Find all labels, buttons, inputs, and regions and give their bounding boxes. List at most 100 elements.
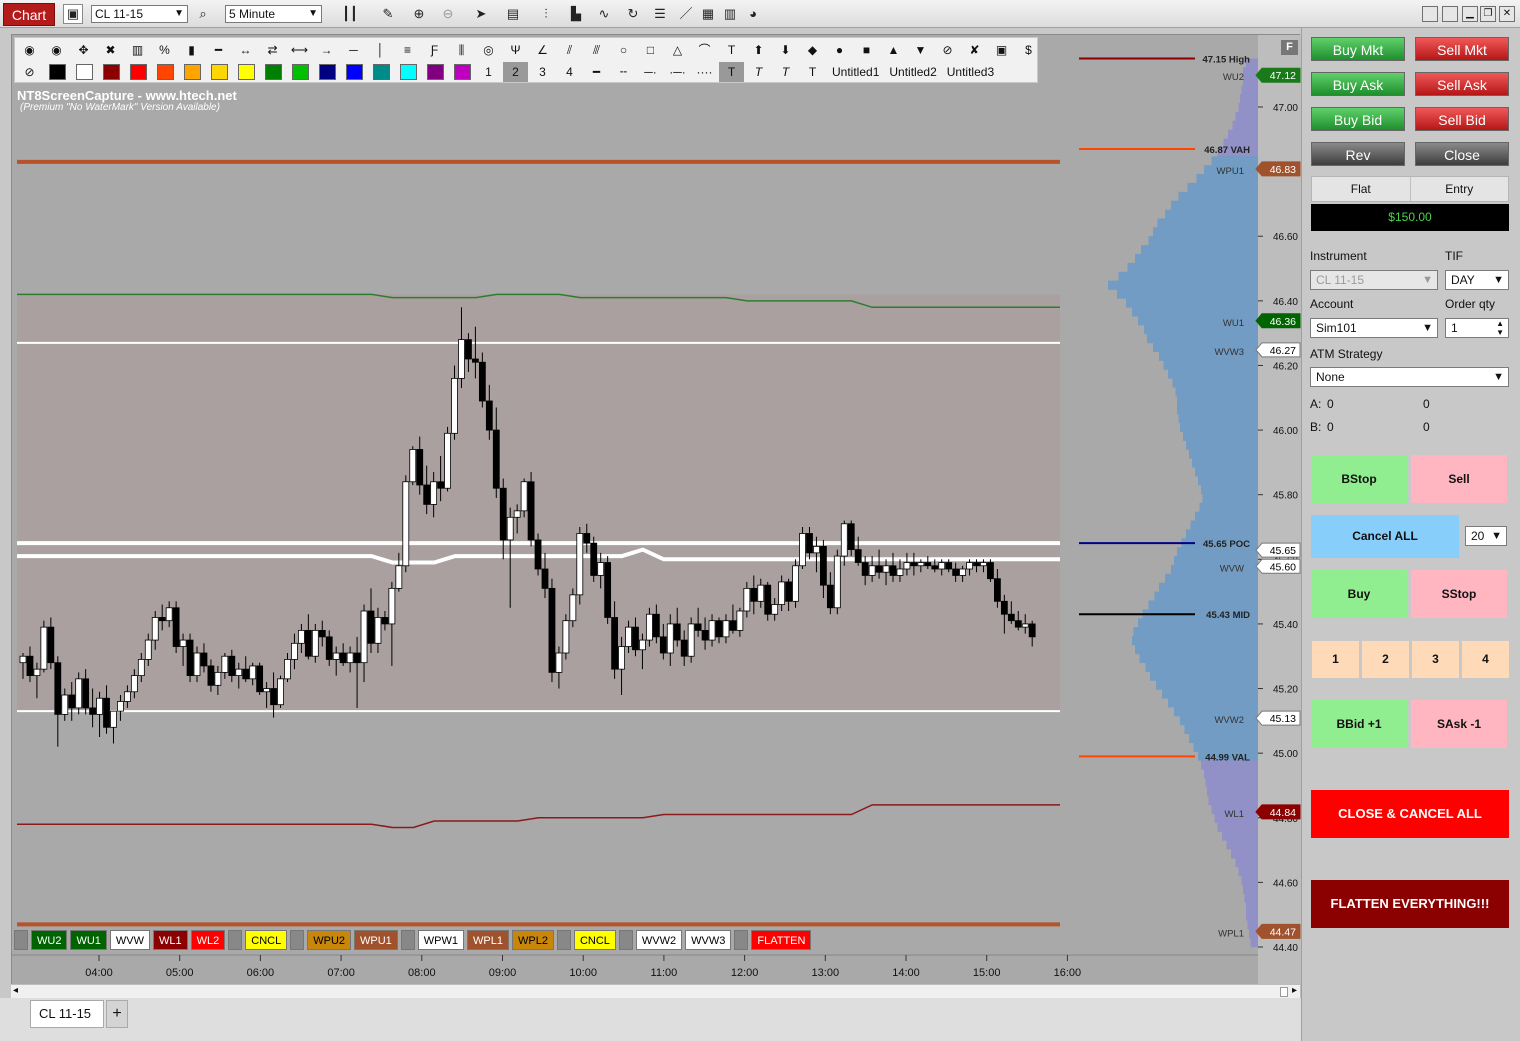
order-qty-stepper[interactable]: 1 ▲ ▼	[1445, 318, 1509, 338]
template-1[interactable]: Untitled1	[827, 62, 884, 82]
fullscreen-button[interactable]: F	[1281, 40, 1298, 55]
text-style-2-icon[interactable]: T	[773, 62, 798, 82]
color-swatch-4[interactable]	[157, 64, 174, 80]
cross-out-icon[interactable]: ✖	[98, 40, 123, 60]
template-2[interactable]: Untitled2	[884, 62, 941, 82]
strategies-icon[interactable]: ▙	[566, 4, 586, 24]
zoom-in-icon[interactable]: ⊕	[409, 4, 429, 24]
rectangle-icon[interactable]: □	[638, 40, 663, 60]
dash-line-icon[interactable]: ╌	[611, 62, 636, 82]
no-color-icon[interactable]: ⊘	[17, 62, 42, 82]
sask-minus-1-button[interactable]: SAsk -1	[1411, 700, 1507, 748]
minimize-icon[interactable]	[1422, 6, 1438, 22]
search-icon[interactable]: ⌕	[193, 4, 213, 24]
text-style-0-icon[interactable]: T	[719, 62, 744, 82]
arrow-icon[interactable]: →	[314, 40, 339, 60]
quick-button-wpl1[interactable]: WPL1	[467, 930, 509, 950]
eye-icon[interactable]: ◉	[17, 40, 42, 60]
atm-strategy-select[interactable]: None ▼	[1310, 367, 1509, 387]
restore-icon[interactable]	[1442, 6, 1458, 22]
eye-icon[interactable]: ◉	[44, 40, 69, 60]
buy-ask-button[interactable]: Buy Ask	[1311, 72, 1405, 96]
quick-button-cncl[interactable]: CNCL	[245, 930, 288, 950]
dot-dash-line-icon[interactable]: ─·	[638, 62, 663, 82]
flatten-everything-button[interactable]: FLATTEN EVERYTHING!!!	[1311, 880, 1509, 928]
zoom-out-icon[interactable]: ⊖	[438, 4, 458, 24]
color-swatch-9[interactable]	[292, 64, 309, 80]
tif-select[interactable]: DAY ▼	[1445, 270, 1509, 290]
ellipse-icon[interactable]: ○	[611, 40, 636, 60]
quick-button-wu2[interactable]: WU2	[31, 930, 68, 950]
properties-icon[interactable]: ☰	[650, 4, 670, 24]
reload-icon[interactable]: ↻	[623, 4, 643, 24]
qty-1-button[interactable]: 1	[1312, 641, 1359, 678]
color-swatch-0[interactable]	[49, 64, 66, 80]
restore-down-icon[interactable]: ❐	[1480, 6, 1496, 22]
color-swatch-8[interactable]	[265, 64, 282, 80]
drawing-tool-icon[interactable]: ∿	[594, 4, 614, 24]
bar-icon[interactable]: ▮	[179, 40, 204, 60]
bbid-plus-1-button[interactable]: BBid +1	[1311, 700, 1407, 748]
quick-button-wvw[interactable]: WVW	[109, 930, 151, 950]
pitchfork-icon[interactable]: Ψ	[503, 40, 528, 60]
template-3[interactable]: Untitled3	[942, 62, 999, 82]
triangle-icon[interactable]: △	[665, 40, 690, 60]
templates-icon[interactable]: ▦	[698, 4, 718, 24]
line-width-1[interactable]: 1	[476, 62, 501, 82]
arrow-line-icon[interactable]: ↔	[233, 40, 258, 60]
line-red-icon[interactable]: ━	[206, 40, 231, 60]
bar-style-icon[interactable]: ┃┃	[340, 4, 360, 24]
dash-dot-dot-icon[interactable]: ·─·	[665, 62, 690, 82]
trend-channel-icon[interactable]: ⫻	[584, 40, 609, 60]
indicators-icon[interactable]: ⫶	[536, 4, 556, 24]
quick-button-wvw2[interactable]: WVW2	[635, 930, 683, 950]
qty-2-button[interactable]: 2	[1362, 641, 1409, 678]
ruler-icon[interactable]: ▥	[125, 40, 150, 60]
color-swatch-5[interactable]	[184, 64, 201, 80]
scroll-left-icon[interactable]: ◂	[13, 985, 18, 996]
globe-icon[interactable]: ◕	[743, 4, 763, 24]
buy-button[interactable]: Buy	[1311, 570, 1407, 618]
color-swatch-1[interactable]	[76, 64, 93, 80]
buy-market-button[interactable]: Buy Mkt	[1311, 37, 1405, 61]
solid-line-icon[interactable]: ━	[584, 62, 609, 82]
color-swatch-3[interactable]	[130, 64, 147, 80]
horizontal-scrollbar[interactable]: ◂ ▸	[11, 984, 1300, 998]
color-swatch-6[interactable]	[211, 64, 228, 80]
line-width-4[interactable]: 4	[557, 62, 582, 82]
arrow-down-icon[interactable]: ⬇	[773, 40, 798, 60]
regression-icon[interactable]: ⫽	[557, 40, 582, 60]
quick-button-wl1[interactable]: WL1	[153, 930, 188, 950]
close-position-button[interactable]: Close	[1415, 142, 1509, 166]
maximize-icon[interactable]: ▁	[1462, 6, 1478, 22]
tab-cl-11-15[interactable]: CL 11-15	[30, 1000, 104, 1028]
close-and-cancel-all-button[interactable]: CLOSE & CANCEL ALL	[1311, 790, 1509, 838]
money-icon[interactable]: $	[1016, 40, 1041, 60]
arrow-up-icon[interactable]: ⬆	[746, 40, 771, 60]
fan-icon[interactable]: ∠	[530, 40, 555, 60]
dot-icon[interactable]: ●	[827, 40, 852, 60]
data-box-icon[interactable]: ▤	[503, 4, 523, 24]
sstop-button[interactable]: SStop	[1411, 570, 1507, 618]
cancel-all-button[interactable]: Cancel ALL	[1311, 515, 1459, 558]
dotted-line-icon[interactable]: ····	[692, 62, 717, 82]
sell-ask-button[interactable]: Sell Ask	[1415, 72, 1509, 96]
sell-market-button[interactable]: Sell Mkt	[1415, 37, 1509, 61]
color-swatch-14[interactable]	[427, 64, 444, 80]
fib-icon[interactable]: Ƒ	[422, 40, 447, 60]
qty-4-button[interactable]: 4	[1462, 641, 1509, 678]
interval-selector[interactable]: 5 Minute ▼	[225, 5, 322, 23]
color-swatch-7[interactable]	[238, 64, 255, 80]
color-swatch-10[interactable]	[319, 64, 336, 80]
quick-button-wvw3[interactable]: WVW3	[685, 930, 732, 950]
quick-button-wpu2[interactable]: WPU2	[307, 930, 351, 950]
percent-icon[interactable]: %	[152, 40, 177, 60]
color-swatch-11[interactable]	[346, 64, 363, 80]
color-swatch-15[interactable]	[454, 64, 471, 80]
extended-line-icon[interactable]: ⟷	[287, 40, 312, 60]
account-select[interactable]: Sim101 ▼	[1310, 318, 1438, 338]
stepper-arrows-icon[interactable]: ▲ ▼	[1496, 319, 1504, 337]
quick-button-cncl[interactable]: CNCL	[573, 930, 616, 950]
text-style-3-icon[interactable]: T	[800, 62, 825, 82]
move-icon[interactable]: ✥	[71, 40, 96, 60]
